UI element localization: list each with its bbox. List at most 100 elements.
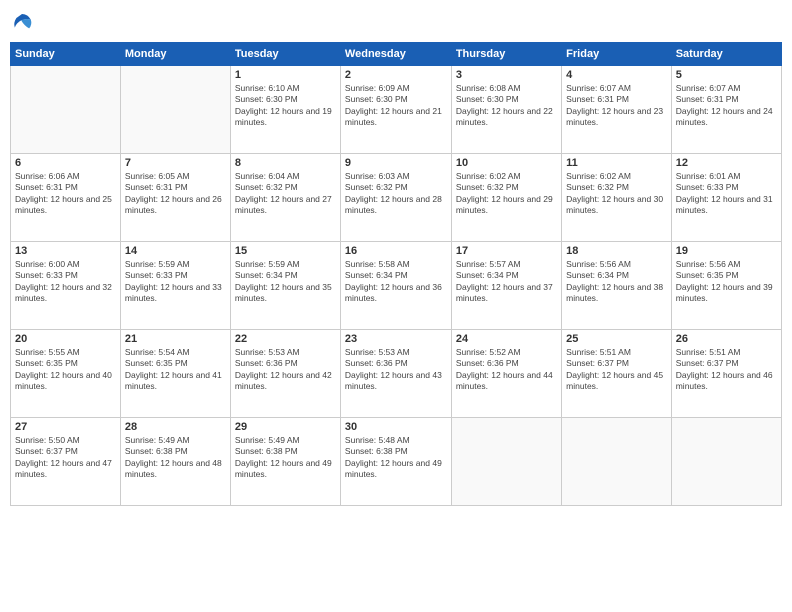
day-info: Sunrise: 5:56 AMSunset: 6:34 PMDaylight:…: [566, 259, 667, 305]
day-info: Sunrise: 6:09 AMSunset: 6:30 PMDaylight:…: [345, 83, 447, 129]
calendar-cell: 6 Sunrise: 6:06 AMSunset: 6:31 PMDaylight…: [11, 154, 121, 242]
day-info: Sunrise: 5:53 AMSunset: 6:36 PMDaylight:…: [345, 347, 447, 393]
day-number: 21: [125, 333, 226, 345]
day-info: Sunrise: 6:10 AMSunset: 6:30 PMDaylight:…: [235, 83, 336, 129]
day-number: 5: [676, 69, 777, 81]
day-info: Sunrise: 6:02 AMSunset: 6:32 PMDaylight:…: [456, 171, 557, 217]
day-number: 14: [125, 245, 226, 257]
calendar-cell: 8 Sunrise: 6:04 AMSunset: 6:32 PMDaylight…: [230, 154, 340, 242]
calendar-cell: 7 Sunrise: 6:05 AMSunset: 6:31 PMDaylight…: [120, 154, 230, 242]
day-number: 23: [345, 333, 447, 345]
calendar-cell: [562, 418, 672, 506]
day-number: 3: [456, 69, 557, 81]
day-number: 8: [235, 157, 336, 169]
calendar-cell: [671, 418, 781, 506]
calendar-cell: 18 Sunrise: 5:56 AMSunset: 6:34 PMDayligh…: [562, 242, 672, 330]
day-number: 7: [125, 157, 226, 169]
day-info: Sunrise: 5:51 AMSunset: 6:37 PMDaylight:…: [676, 347, 777, 393]
day-number: 13: [15, 245, 116, 257]
day-number: 17: [456, 245, 557, 257]
calendar-cell: 27Sunrise: 5:50 AMSunset: 6:37 PMDayligh…: [11, 418, 121, 506]
calendar-cell: 28Sunrise: 5:49 AMSunset: 6:38 PMDayligh…: [120, 418, 230, 506]
day-info: Sunrise: 5:49 AMSunset: 6:38 PMDaylight:…: [235, 435, 336, 481]
day-info: Sunrise: 5:57 AMSunset: 6:34 PMDaylight:…: [456, 259, 557, 305]
calendar-week-row: 6 Sunrise: 6:06 AMSunset: 6:31 PMDaylight…: [11, 154, 782, 242]
calendar-cell: 10 Sunrise: 6:02 AMSunset: 6:32 PMDayligh…: [451, 154, 561, 242]
day-number: 24: [456, 333, 557, 345]
calendar-cell: 13Sunrise: 6:00 AMSunset: 6:33 PMDayligh…: [11, 242, 121, 330]
calendar-weekday-sunday: Sunday: [11, 43, 121, 66]
day-number: 4: [566, 69, 667, 81]
day-info: Sunrise: 5:53 AMSunset: 6:36 PMDaylight:…: [235, 347, 336, 393]
day-info: Sunrise: 5:55 AMSunset: 6:35 PMDaylight:…: [15, 347, 116, 393]
day-info: Sunrise: 5:59 AMSunset: 6:33 PMDaylight:…: [125, 259, 226, 305]
day-info: Sunrise: 6:02 AMSunset: 6:32 PMDaylight:…: [566, 171, 667, 217]
day-number: 30: [345, 421, 447, 433]
day-info: Sunrise: 6:08 AMSunset: 6:30 PMDaylight:…: [456, 83, 557, 129]
day-number: 6: [15, 157, 116, 169]
calendar-weekday-saturday: Saturday: [671, 43, 781, 66]
day-number: 18: [566, 245, 667, 257]
day-number: 2: [345, 69, 447, 81]
calendar-header-row: SundayMondayTuesdayWednesdayThursdayFrid…: [11, 43, 782, 66]
day-number: 28: [125, 421, 226, 433]
calendar-cell: 24 Sunrise: 5:52 AMSunset: 6:36 PMDayligh…: [451, 330, 561, 418]
logo-icon: [10, 10, 34, 34]
calendar-table: SundayMondayTuesdayWednesdayThursdayFrid…: [10, 42, 782, 506]
calendar-cell: 4 Sunrise: 6:07 AMSunset: 6:31 PMDaylight…: [562, 66, 672, 154]
day-number: 20: [15, 333, 116, 345]
calendar-week-row: 27Sunrise: 5:50 AMSunset: 6:37 PMDayligh…: [11, 418, 782, 506]
logo: [10, 10, 38, 34]
calendar-cell: 3 Sunrise: 6:08 AMSunset: 6:30 PMDaylight…: [451, 66, 561, 154]
calendar-cell: 22 Sunrise: 5:53 AMSunset: 6:36 PMDayligh…: [230, 330, 340, 418]
calendar-cell: 11 Sunrise: 6:02 AMSunset: 6:32 PMDayligh…: [562, 154, 672, 242]
day-number: 16: [345, 245, 447, 257]
day-info: Sunrise: 6:06 AMSunset: 6:31 PMDaylight:…: [15, 171, 116, 217]
day-number: 22: [235, 333, 336, 345]
day-info: Sunrise: 5:52 AMSunset: 6:36 PMDaylight:…: [456, 347, 557, 393]
day-number: 19: [676, 245, 777, 257]
calendar-cell: 9 Sunrise: 6:03 AMSunset: 6:32 PMDaylight…: [340, 154, 451, 242]
day-number: 25: [566, 333, 667, 345]
calendar-cell: 12Sunrise: 6:01 AMSunset: 6:33 PMDayligh…: [671, 154, 781, 242]
calendar-cell: 26 Sunrise: 5:51 AMSunset: 6:37 PMDayligh…: [671, 330, 781, 418]
day-info: Sunrise: 5:54 AMSunset: 6:35 PMDaylight:…: [125, 347, 226, 393]
calendar-cell: 5 Sunrise: 6:07 AMSunset: 6:31 PMDaylight…: [671, 66, 781, 154]
calendar-cell: 30 Sunrise: 5:48 AMSunset: 6:38 PMDayligh…: [340, 418, 451, 506]
calendar-weekday-friday: Friday: [562, 43, 672, 66]
calendar-cell: [451, 418, 561, 506]
calendar-week-row: 13Sunrise: 6:00 AMSunset: 6:33 PMDayligh…: [11, 242, 782, 330]
calendar-cell: 1Sunrise: 6:10 AMSunset: 6:30 PMDaylight…: [230, 66, 340, 154]
calendar-weekday-thursday: Thursday: [451, 43, 561, 66]
calendar-weekday-wednesday: Wednesday: [340, 43, 451, 66]
day-info: Sunrise: 5:51 AMSunset: 6:37 PMDaylight:…: [566, 347, 667, 393]
day-number: 9: [345, 157, 447, 169]
calendar-week-row: 1Sunrise: 6:10 AMSunset: 6:30 PMDaylight…: [11, 66, 782, 154]
calendar-cell: 19Sunrise: 5:56 AMSunset: 6:35 PMDayligh…: [671, 242, 781, 330]
calendar-cell: 2 Sunrise: 6:09 AMSunset: 6:30 PMDaylight…: [340, 66, 451, 154]
page: SundayMondayTuesdayWednesdayThursdayFrid…: [0, 0, 792, 612]
day-info: Sunrise: 5:59 AMSunset: 6:34 PMDaylight:…: [235, 259, 336, 305]
day-number: 11: [566, 157, 667, 169]
calendar-week-row: 20 Sunrise: 5:55 AMSunset: 6:35 PMDayligh…: [11, 330, 782, 418]
calendar-weekday-monday: Monday: [120, 43, 230, 66]
day-number: 15: [235, 245, 336, 257]
calendar-cell: 25 Sunrise: 5:51 AMSunset: 6:37 PMDayligh…: [562, 330, 672, 418]
header: [10, 10, 782, 34]
day-info: Sunrise: 6:07 AMSunset: 6:31 PMDaylight:…: [566, 83, 667, 129]
day-info: Sunrise: 5:48 AMSunset: 6:38 PMDaylight:…: [345, 435, 447, 481]
calendar-cell: 23 Sunrise: 5:53 AMSunset: 6:36 PMDayligh…: [340, 330, 451, 418]
day-info: Sunrise: 6:01 AMSunset: 6:33 PMDaylight:…: [676, 171, 777, 217]
day-info: Sunrise: 5:58 AMSunset: 6:34 PMDaylight:…: [345, 259, 447, 305]
day-info: Sunrise: 6:04 AMSunset: 6:32 PMDaylight:…: [235, 171, 336, 217]
calendar-cell: 14 Sunrise: 5:59 AMSunset: 6:33 PMDayligh…: [120, 242, 230, 330]
day-info: Sunrise: 5:50 AMSunset: 6:37 PMDaylight:…: [15, 435, 116, 481]
calendar-cell: [120, 66, 230, 154]
day-number: 26: [676, 333, 777, 345]
day-info: Sunrise: 6:05 AMSunset: 6:31 PMDaylight:…: [125, 171, 226, 217]
day-info: Sunrise: 6:03 AMSunset: 6:32 PMDaylight:…: [345, 171, 447, 217]
day-info: Sunrise: 6:07 AMSunset: 6:31 PMDaylight:…: [676, 83, 777, 129]
calendar-cell: 21 Sunrise: 5:54 AMSunset: 6:35 PMDayligh…: [120, 330, 230, 418]
calendar-cell: 17 Sunrise: 5:57 AMSunset: 6:34 PMDayligh…: [451, 242, 561, 330]
day-number: 10: [456, 157, 557, 169]
